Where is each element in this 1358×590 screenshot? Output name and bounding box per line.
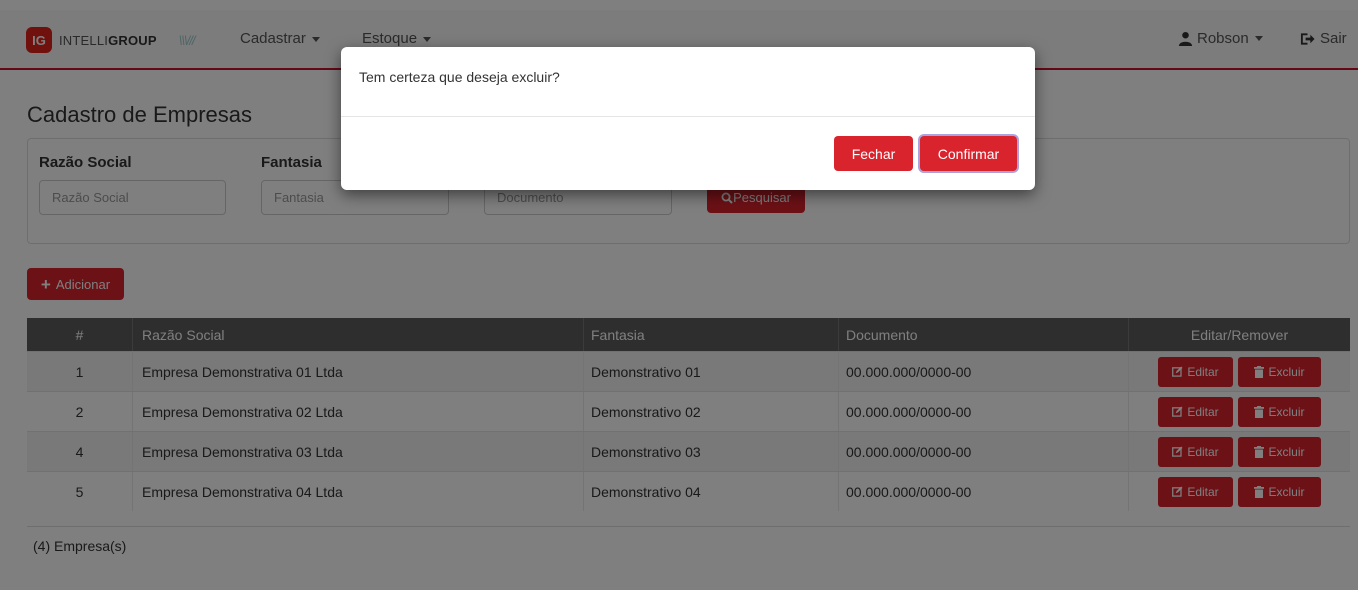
- app-page: IG INTELLIGROUP \\\/// Cadastrar Estoque…: [0, 0, 1358, 590]
- confirm-button[interactable]: Confirmar: [920, 136, 1017, 171]
- close-button[interactable]: Fechar: [834, 136, 913, 171]
- modal-message: Tem certeza que deseja excluir?: [359, 69, 560, 85]
- confirm-delete-modal: Tem certeza que deseja excluir? Fechar C…: [341, 47, 1035, 190]
- modal-body: Tem certeza que deseja excluir?: [341, 47, 1035, 117]
